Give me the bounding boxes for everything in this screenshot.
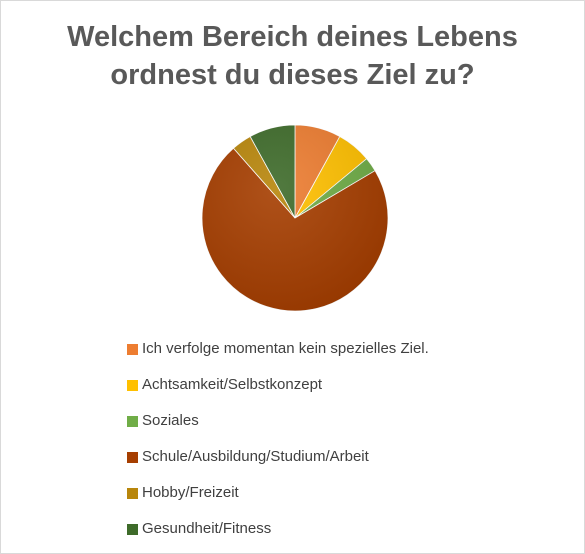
- legend-swatch-3: [127, 452, 138, 463]
- legend-swatch-4: [127, 488, 138, 499]
- legend-item-1: Achtsamkeit/Selbstkonzept: [127, 374, 567, 410]
- legend-item-0: Ich verfolge momentan kein spezielles Zi…: [127, 338, 567, 374]
- legend-swatch-5: [127, 524, 138, 535]
- legend-item-4: Hobby/Freizeit: [127, 482, 567, 518]
- legend-item-2: Soziales: [127, 410, 567, 446]
- chart-title-line-2: ordnest du dieses Ziel zu?: [110, 59, 475, 91]
- pie-chart: [201, 124, 389, 312]
- legend-label-0: Ich verfolge momentan kein spezielles Zi…: [142, 340, 429, 357]
- chart-title-line-1: Welchem Bereich deines Lebens: [67, 21, 518, 53]
- legend-swatch-1: [127, 380, 138, 391]
- legend-label-3: Schule/Ausbildung/Studium/Arbeit: [142, 448, 369, 465]
- legend-label-2: Soziales: [142, 412, 199, 429]
- legend-swatch-2: [127, 416, 138, 427]
- legend-label-4: Hobby/Freizeit: [142, 484, 239, 501]
- chart-title: Welchem Bereich deines Lebens ordnest du…: [0, 18, 585, 94]
- legend-item-5: Gesundheit/Fitness: [127, 518, 567, 554]
- legend-swatch-0: [127, 344, 138, 355]
- chart-legend: Ich verfolge momentan kein spezielles Zi…: [127, 338, 567, 554]
- legend-label-5: Gesundheit/Fitness: [142, 520, 272, 537]
- legend-label-1: Achtsamkeit/Selbstkonzept: [142, 376, 323, 393]
- legend-item-3: Schule/Ausbildung/Studium/Arbeit: [127, 446, 567, 482]
